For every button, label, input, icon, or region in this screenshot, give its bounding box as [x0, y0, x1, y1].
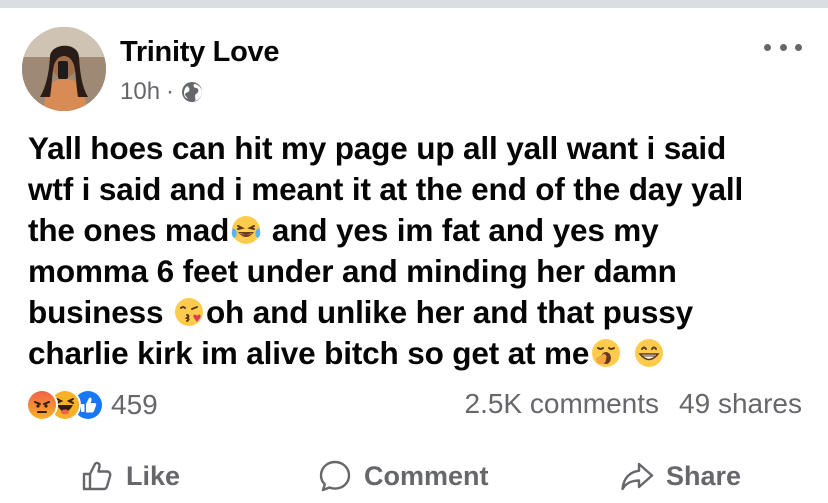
post-line: Yall hoes can hit my page up all yall wa…	[28, 128, 818, 169]
post-line: charlie kirk im alive bitch so get at me	[28, 333, 818, 374]
share-button[interactable]: Share	[620, 452, 741, 500]
post-text-segment: and yes im fat and yes my	[263, 212, 659, 248]
reaction-count: 459	[111, 389, 158, 420]
post-text-segment: business	[28, 294, 172, 330]
post-line: business oh and unlike her and that puss…	[28, 292, 818, 333]
post-line: momma 6 feet under and minding her damn	[28, 251, 818, 292]
post-text-segment: oh and unlike her and that pussy	[205, 294, 693, 330]
reaction-summary[interactable]: 459	[26, 388, 158, 422]
comments-count[interactable]: 2.5K comments	[465, 388, 660, 420]
yawning-face-emoji-icon	[590, 337, 622, 369]
top-divider	[0, 0, 828, 8]
profile-photo	[22, 27, 106, 111]
shares-count[interactable]: 49 shares	[679, 388, 802, 420]
post-text-segment: the ones mad	[28, 212, 230, 248]
grinning-face-emoji-icon	[633, 337, 665, 369]
post-text-segment: wtf i said and i meant it at the end of …	[28, 171, 744, 207]
share-label: Share	[666, 460, 742, 491]
action-bar: Like Comment Share	[0, 452, 828, 500]
more-options-button[interactable]	[760, 36, 806, 58]
comment-label: Comment	[364, 460, 489, 491]
meta-separator: ·	[166, 78, 175, 105]
dot-icon	[764, 43, 771, 51]
post-text: Yall hoes can hit my page up all yall wa…	[28, 128, 818, 374]
post-text-segment: Yall hoes can hit my page up all yall wa…	[28, 130, 727, 166]
like-button[interactable]: Like	[80, 452, 180, 500]
comment-bubble-icon	[319, 460, 351, 492]
like-label: Like	[126, 460, 181, 491]
post-meta: 10h ·	[120, 78, 204, 106]
post-text-segment: momma 6 feet under and minding her damn	[28, 253, 677, 289]
dot-icon	[795, 43, 802, 51]
avatar[interactable]	[22, 27, 106, 111]
post-line: wtf i said and i meant it at the end of …	[28, 169, 818, 210]
post-time[interactable]: 10h	[120, 78, 160, 106]
laughing-tears-emoji-icon	[230, 214, 262, 246]
post-text-segment	[623, 335, 632, 371]
kissing-heart-emoji-icon	[173, 296, 205, 328]
author-name[interactable]: Trinity Love	[120, 36, 279, 69]
comment-button[interactable]: Comment	[318, 452, 489, 500]
globe-icon	[180, 80, 204, 104]
dot-icon	[779, 43, 787, 51]
post-line: the ones mad and yes im fat and yes my	[28, 210, 818, 251]
thumbs-up-icon	[82, 461, 112, 491]
share-arrow-icon	[621, 462, 654, 491]
angry-reaction-icon	[26, 389, 58, 421]
post-text-segment: charlie kirk im alive bitch so get at me	[28, 335, 590, 371]
engagement-counts: 2.5K comments 49 shares	[465, 388, 803, 420]
